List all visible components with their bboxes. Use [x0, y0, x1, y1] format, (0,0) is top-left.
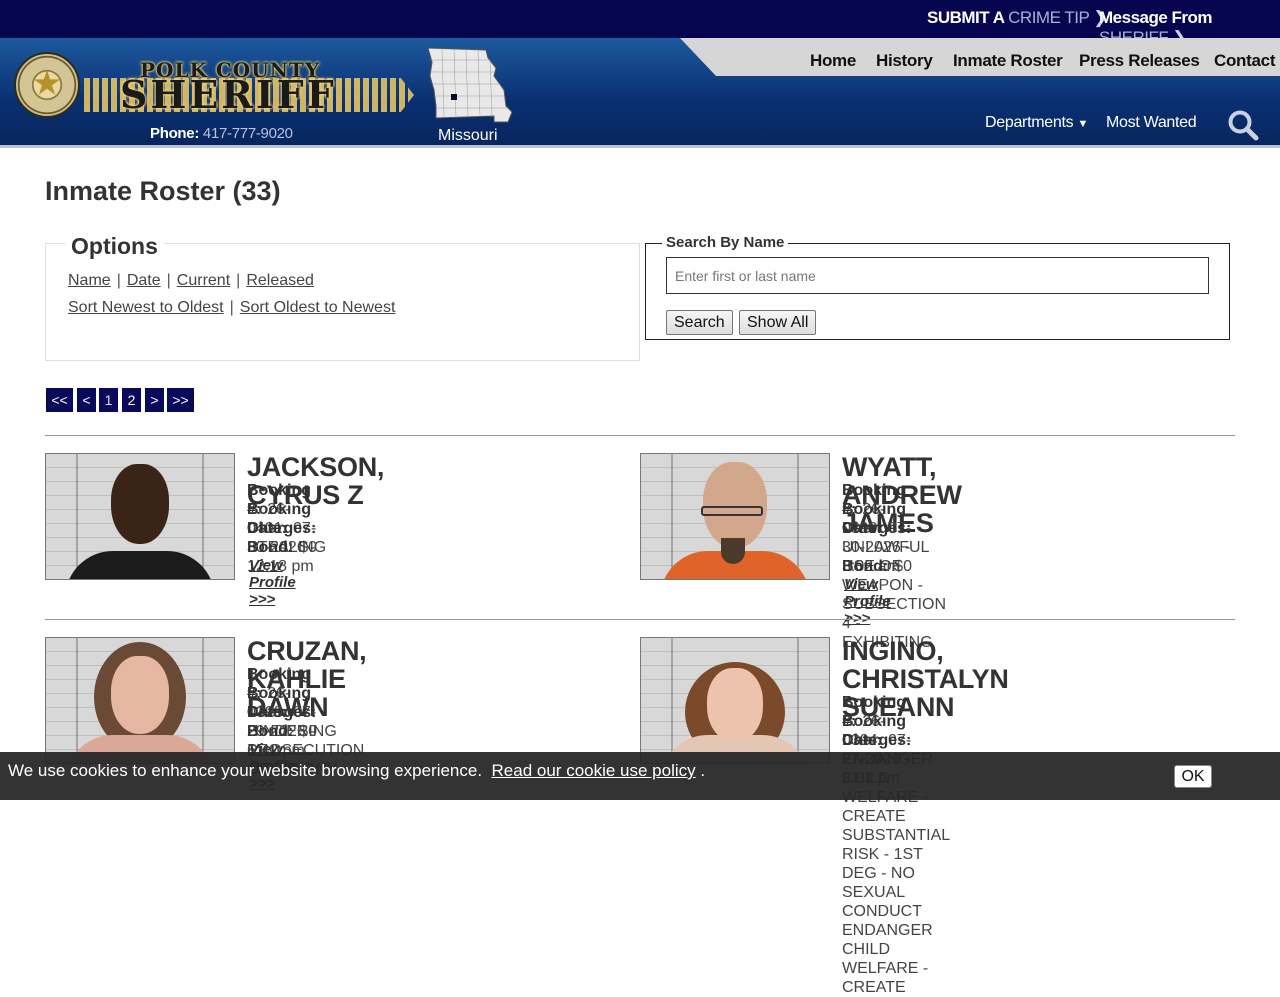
options-filter-row: Name | Date | Current | Released	[68, 272, 314, 290]
separator: |	[166, 272, 171, 289]
filter-date-link[interactable]: Date	[127, 272, 161, 289]
submit-crime-tip-link[interactable]: SUBMIT A CRIME TIP ❯	[927, 8, 1108, 28]
nav-inmate-roster[interactable]: Inmate Roster	[953, 51, 1063, 71]
sheriff-badge-logo[interactable]: ★	[14, 52, 80, 118]
top-utility-bar: SUBMIT A CRIME TIP❯ Message From SHERIFF…	[0, 0, 1280, 47]
phone-label: Phone:	[150, 125, 200, 142]
divider	[45, 435, 1235, 436]
cookie-ok-button[interactable]: OK	[1174, 765, 1212, 788]
page-next-button[interactable]: >	[145, 388, 164, 412]
crime-tip-highlight: CRIME TIP	[1008, 8, 1090, 27]
inmate-photo[interactable]	[45, 453, 235, 580]
primary-nav: Home History Inmate Roster Press Release…	[680, 38, 1280, 76]
departments-label: Departments	[985, 114, 1074, 131]
page-first-button[interactable]: <<	[46, 388, 73, 412]
cookie-trailing: .	[700, 761, 706, 780]
inmate-photo[interactable]	[45, 637, 235, 764]
search-name-input[interactable]	[666, 257, 1209, 294]
separator: |	[229, 299, 234, 316]
star-icon: ★	[31, 64, 63, 103]
filter-released-link[interactable]: Released	[246, 272, 314, 289]
view-profile-link[interactable]: View Profile >>>	[249, 557, 296, 608]
missouri-map-icon	[427, 47, 513, 123]
nav-press-releases[interactable]: Press Releases	[1079, 51, 1200, 71]
crime-tip-prefix: SUBMIT A	[927, 8, 1004, 27]
header-phone: Phone: 417-777-9020	[150, 125, 293, 142]
search-icon[interactable]	[1226, 108, 1260, 142]
cookie-banner: We use cookies to enhance your website b…	[0, 752, 1280, 800]
inmate-photo[interactable]	[640, 453, 830, 580]
search-legend: Search By Name	[662, 234, 789, 251]
nav-home[interactable]: Home	[810, 51, 856, 71]
site-header: ★ POLK COUNTY SHERIFF Phone: 417-777-902…	[0, 38, 1280, 148]
page-1-button[interactable]: 1	[99, 388, 118, 412]
inmate-photo[interactable]	[640, 637, 830, 764]
sort-newest-link[interactable]: Sort Newest to Oldest	[68, 299, 224, 316]
options-sort-row: Sort Newest to Oldest | Sort Oldest to New…	[68, 299, 395, 317]
inmate-name-line1: INGINO, CHRISTALYN	[842, 636, 1009, 694]
divider	[45, 619, 1235, 620]
separator: |	[116, 272, 121, 289]
page-title: Inmate Roster (33)	[45, 176, 281, 206]
search-button[interactable]: Search	[666, 310, 733, 335]
nav-contact[interactable]: Contact	[1214, 51, 1275, 71]
missouri-label: Missouri	[438, 127, 498, 144]
nav-history[interactable]: History	[876, 51, 933, 71]
filter-current-link[interactable]: Current	[177, 272, 230, 289]
page-prev-button[interactable]: <	[77, 388, 96, 412]
show-all-button[interactable]: Show All	[739, 310, 817, 335]
filter-name-link[interactable]: Name	[68, 272, 111, 289]
phone-number[interactable]: 417-777-9020	[203, 125, 293, 142]
bond: Bond: $0	[247, 723, 317, 740]
nav-most-wanted[interactable]: Most Wanted	[1106, 114, 1197, 132]
chevron-down-icon: ▼	[1077, 118, 1089, 130]
message-prefix: Message From	[1099, 8, 1213, 27]
separator: |	[236, 272, 241, 289]
page-last-button[interactable]: >>	[167, 388, 194, 412]
sort-oldest-link[interactable]: Sort Oldest to Newest	[240, 299, 396, 316]
bond: Bond: $0	[842, 558, 912, 575]
page-2-button[interactable]: 2	[122, 388, 141, 412]
nav-departments-dropdown[interactable]: Departments ▼	[985, 114, 1088, 132]
logo-sheriff-text: SHERIFF	[120, 72, 337, 117]
cookie-message: We use cookies to enhance your website b…	[8, 761, 705, 781]
cookie-policy-link[interactable]: Read our cookie use policy	[492, 761, 696, 780]
bond: Bond: $0	[247, 539, 317, 556]
cookie-text: We use cookies to enhance your website b…	[8, 761, 483, 780]
options-legend: Options	[65, 233, 164, 260]
